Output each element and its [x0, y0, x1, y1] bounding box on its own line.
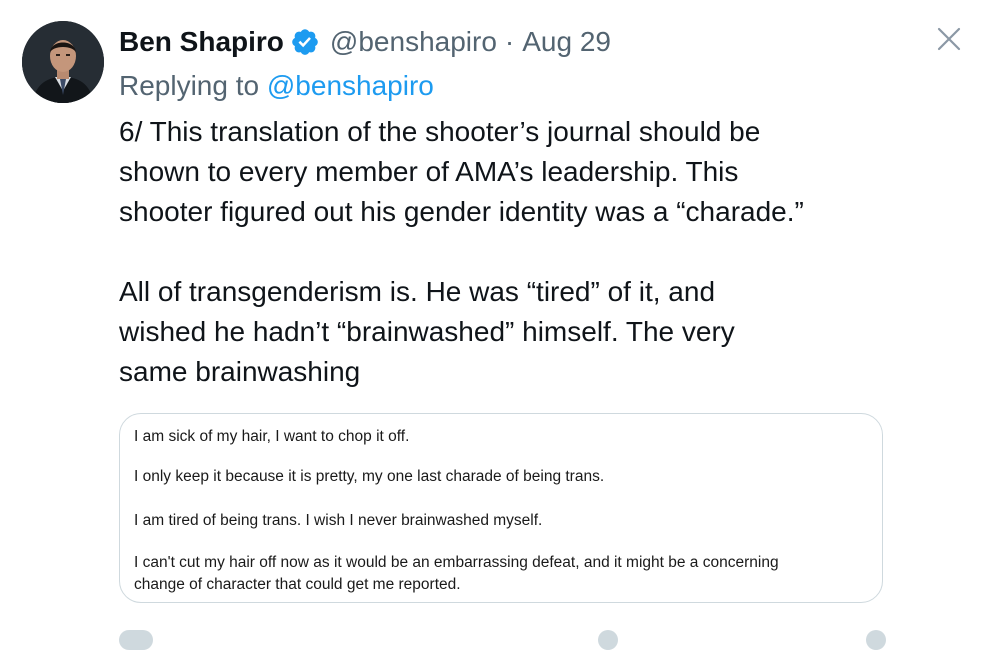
- separator-dot: ·: [504, 26, 515, 57]
- author-name[interactable]: Ben Shapiro: [119, 24, 284, 60]
- author-handle[interactable]: @benshapiro: [330, 24, 497, 60]
- avatar-image: [22, 21, 104, 103]
- replying-to: Replying to @benshapiro: [119, 68, 434, 104]
- journal-line: I only keep it because it is pretty, my …: [134, 468, 605, 485]
- tweet-date[interactable]: Aug 29: [522, 24, 611, 60]
- tweet-text-line: same brainwashing: [119, 356, 361, 387]
- tweet-text-line: shooter figured out his gender identity …: [119, 196, 804, 227]
- close-icon[interactable]: [934, 24, 964, 54]
- reply-prefix: Replying to: [119, 70, 260, 101]
- tweet-text-line: All of transgenderism is. He was “tired”…: [119, 276, 716, 307]
- share-icon[interactable]: [598, 630, 618, 650]
- reply-handle-link[interactable]: @benshapiro: [267, 70, 434, 101]
- reply-icon[interactable]: [119, 630, 153, 650]
- avatar[interactable]: [22, 21, 104, 103]
- more-icon[interactable]: [866, 630, 886, 650]
- tweet-text-line: wished he hadn’t “brainwashed” himself. …: [119, 316, 735, 347]
- tweet-text-line: shown to every member of AMA’s leadershi…: [119, 156, 739, 187]
- journal-line: I am sick of my hair, I want to chop it …: [134, 428, 410, 445]
- tweet-header: Ben Shapiro @benshapiro · Aug 29: [119, 24, 611, 60]
- tweet-text-line: 6/ This translation of the shooter’s jou…: [119, 116, 761, 147]
- verified-badge-icon: [290, 27, 320, 57]
- attached-image[interactable]: I am sick of my hair, I want to chop it …: [119, 413, 883, 603]
- tweet-text: 6/ This translation of the shooter’s jou…: [119, 112, 909, 392]
- tweet: Ben Shapiro @benshapiro · Aug 29 Replyin…: [0, 0, 982, 650]
- paragraph-break: [119, 232, 909, 272]
- journal-line: I am tired of being trans. I wish I neve…: [134, 512, 543, 529]
- journal-line: I can't cut my hair off now as it would …: [134, 554, 779, 571]
- journal-line: change of character that could get me re…: [134, 576, 461, 593]
